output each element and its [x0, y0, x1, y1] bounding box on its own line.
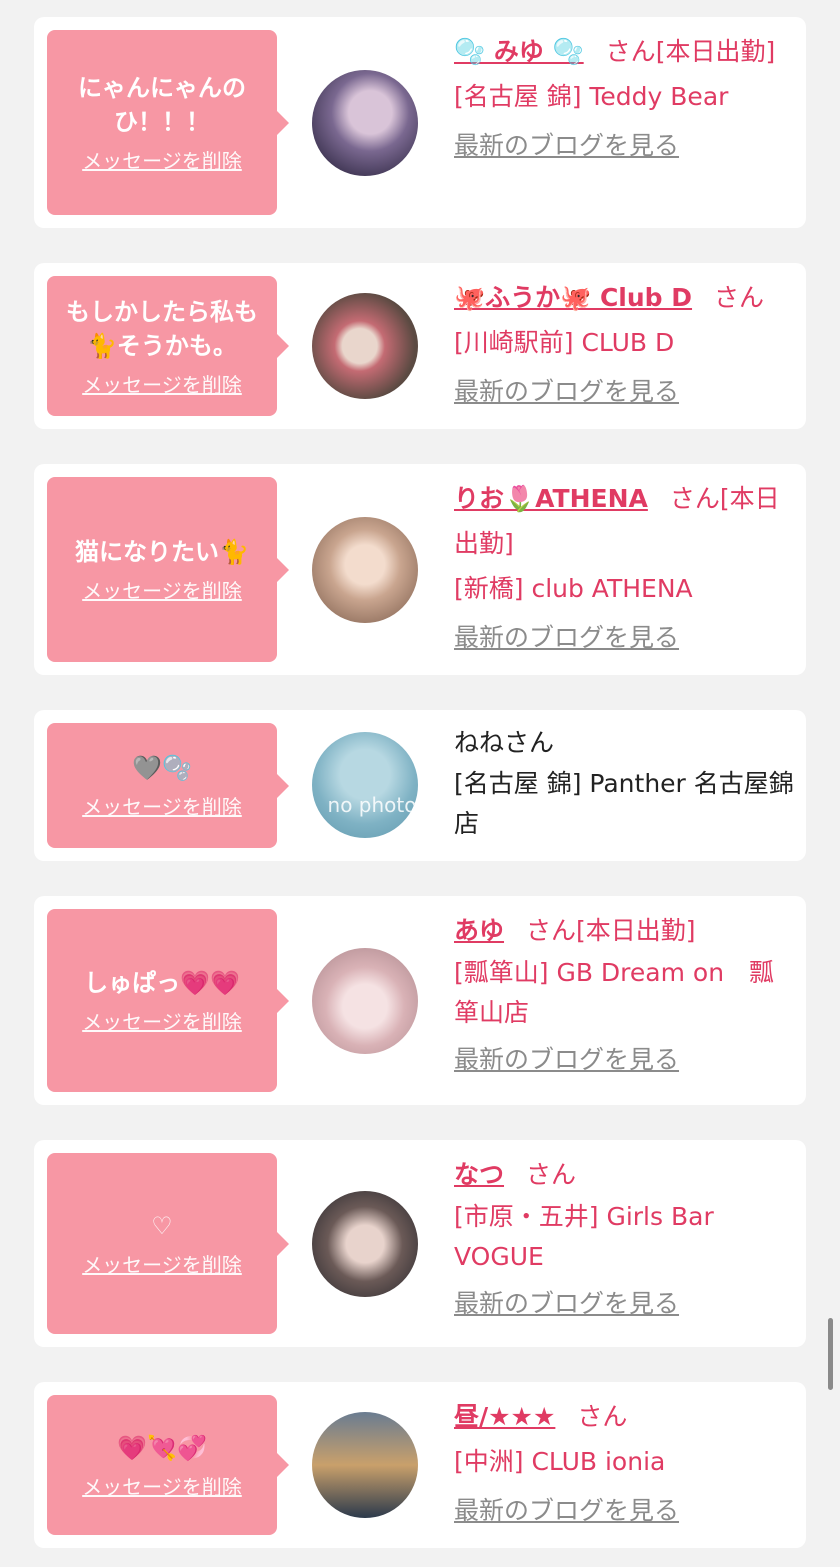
message-bubble: にゃんにゃんのひ！！！ メッセージを削除 — [47, 30, 289, 215]
latest-blog-link[interactable]: 最新のブログを見る — [454, 1281, 679, 1326]
cast-info: 昼/★★★ さん [中洲] CLUB ionia 最新のブログを見る — [454, 1394, 794, 1533]
avatar[interactable] — [312, 517, 418, 623]
cast-info: 🫧 みゆ 🫧 さん[本日出勤] [名古屋 錦] Teddy Bear 最新のブログ… — [454, 29, 794, 168]
shop-name: [中洲] CLUB ionia — [454, 1447, 666, 1476]
avatar[interactable]: no photo — [312, 732, 418, 838]
latest-blog-link[interactable]: 最新のブログを見る — [454, 1037, 679, 1082]
avatar[interactable] — [312, 1191, 418, 1297]
latest-blog-link[interactable]: 最新のブログを見る — [454, 1488, 679, 1533]
message-text: にゃんにゃんのひ！！！ — [78, 74, 246, 136]
shop-name: [名古屋 錦] Teddy Bear — [454, 82, 729, 111]
message-text: ♡ — [151, 1212, 173, 1240]
delete-message-link[interactable]: メッセージを削除 — [82, 369, 242, 398]
avatar[interactable] — [312, 948, 418, 1054]
message-bubble: 🩶🫧 メッセージを削除 — [47, 723, 289, 848]
cast-name-link[interactable]: りお🌷ATHENA — [454, 484, 648, 513]
attendance-badge: [本日出勤] — [655, 37, 776, 66]
delete-message-link[interactable]: メッセージを削除 — [82, 575, 242, 604]
message-card: にゃんにゃんのひ！！！ メッセージを削除 🫧 みゆ 🫧 さん[本日出勤] [名古屋… — [34, 17, 806, 228]
cast-info: なつ さん [市原・五井] Girls Bar VOGUE 最新のブログを見る — [454, 1152, 794, 1326]
cast-name-link[interactable]: なつ — [454, 1160, 504, 1189]
avatar[interactable] — [312, 293, 418, 399]
latest-blog-link[interactable]: 最新のブログを見る — [454, 615, 679, 660]
cast-info: 🐙ふうか🐙 Club D さん [川崎駅前] CLUB D 最新のブログを見る — [454, 275, 794, 414]
honorific: さん — [669, 484, 720, 513]
message-bubble: しゅぱっ💗💗 メッセージを削除 — [47, 909, 289, 1092]
no-photo-label: no photo — [327, 793, 417, 817]
message-text: 🩶🫧 — [132, 754, 192, 782]
shop-name: [市原・五井] Girls Bar VOGUE — [454, 1202, 714, 1271]
latest-blog-link[interactable]: 最新のブログを見る — [454, 123, 679, 168]
message-card: もしかしたら私も🐈そうかも。 メッセージを削除 🐙ふうか🐙 Club D さん [… — [34, 263, 806, 429]
cast-info: りお🌷ATHENA さん[本日出勤] [新橋] club ATHENA 最新のブロ… — [454, 476, 794, 660]
scrollbar[interactable] — [828, 1318, 833, 1390]
message-text: 猫になりたい🐈 — [75, 538, 249, 566]
honorific: さん — [526, 1160, 577, 1189]
avatar[interactable] — [312, 70, 418, 176]
message-bubble: ♡ メッセージを削除 — [47, 1153, 289, 1334]
message-text: しゅぱっ💗💗 — [84, 969, 240, 997]
message-text: もしかしたら私も🐈そうかも。 — [66, 297, 258, 360]
honorific: さん — [504, 728, 555, 757]
message-bubble: 💗💘💞 メッセージを削除 — [47, 1395, 289, 1535]
honorific: さん — [605, 37, 656, 66]
delete-message-link[interactable]: メッセージを削除 — [82, 1471, 242, 1500]
message-text: 💗💘💞 — [117, 1433, 207, 1462]
cast-name: ねね — [454, 728, 505, 757]
delete-message-link[interactable]: メッセージを削除 — [82, 1006, 242, 1035]
honorific: さん — [714, 283, 765, 312]
avatar[interactable] — [312, 1412, 418, 1518]
shop-name: [新橋] club ATHENA — [454, 574, 693, 603]
cast-info: ねねさん [名古屋 錦] Panther 名古屋錦店 — [454, 722, 794, 844]
shop-name: [瓢箪山] GB Dream on 瓢箪山店 — [454, 958, 775, 1027]
cast-name-link[interactable]: 🐙ふうか🐙 Club D — [454, 283, 692, 312]
attendance-badge: [本日出勤] — [576, 916, 696, 945]
honorific: さん — [577, 1402, 628, 1431]
message-bubble: 猫になりたい🐈 メッセージを削除 — [47, 477, 289, 662]
latest-blog-link[interactable]: 最新のブログを見る — [454, 369, 679, 414]
message-bubble: もしかしたら私も🐈そうかも。 メッセージを削除 — [47, 276, 289, 416]
honorific: さん — [526, 916, 577, 945]
message-card: 猫になりたい🐈 メッセージを削除 りお🌷ATHENA さん[本日出勤] [新橋] … — [34, 464, 806, 675]
cast-name-link[interactable]: 🫧 みゆ 🫧 — [454, 37, 584, 66]
cast-info: あゆ さん[本日出勤] [瓢箪山] GB Dream on 瓢箪山店 最新のブログ… — [454, 908, 794, 1082]
cast-name-link[interactable]: 昼/★★★ — [454, 1402, 555, 1431]
delete-message-link[interactable]: メッセージを削除 — [82, 1249, 242, 1278]
message-card: ♡ メッセージを削除 なつ さん [市原・五井] Girls Bar VOGUE … — [34, 1140, 806, 1347]
delete-message-link[interactable]: メッセージを削除 — [82, 145, 242, 174]
message-card: 💗💘💞 メッセージを削除 昼/★★★ さん [中洲] CLUB ionia 最新の… — [34, 1382, 806, 1548]
shop-name: [名古屋 錦] Panther 名古屋錦店 — [454, 769, 794, 838]
message-card: しゅぱっ💗💗 メッセージを削除 あゆ さん[本日出勤] [瓢箪山] GB Drea… — [34, 896, 806, 1105]
cast-name-link[interactable]: あゆ — [454, 916, 504, 945]
message-card: 🩶🫧 メッセージを削除 no photo ねねさん [名古屋 錦] Panthe… — [34, 710, 806, 861]
delete-message-link[interactable]: メッセージを削除 — [82, 791, 242, 820]
shop-name: [川崎駅前] CLUB D — [454, 328, 675, 357]
